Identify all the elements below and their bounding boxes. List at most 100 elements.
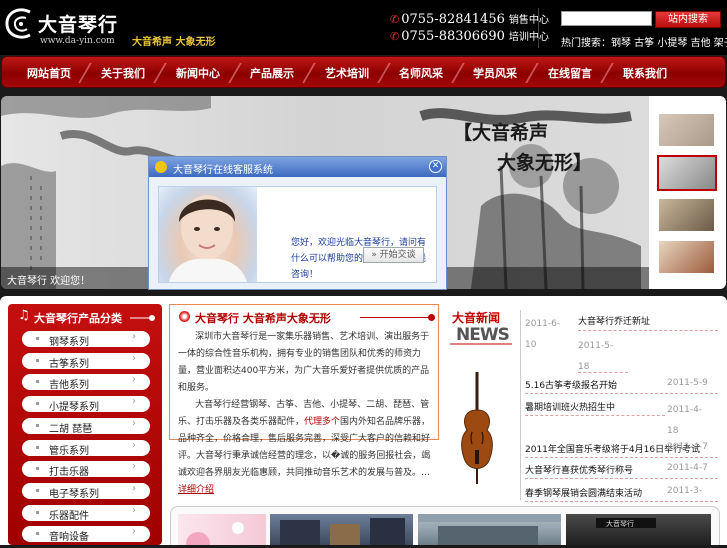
news-logo-rule: [450, 343, 512, 345]
menu-item-audio[interactable]: 音响设备 ›: [22, 526, 150, 543]
menu-item-violin[interactable]: 小提琴系列 ›: [22, 396, 150, 413]
agent-photo: [159, 187, 257, 282]
nav-products[interactable]: 产品展示: [250, 65, 294, 81]
company-intro: 大音琴行 大音希声大象无形 深圳市大音琴行是一家集乐器销售、艺术培训、演出服务于…: [169, 304, 439, 495]
product-category-title: 大音琴行产品分类: [34, 312, 122, 325]
intro-paragraph-1: 深圳市大音琴行是一家集乐器销售、艺术培训、演出服务于一体的综合性音乐机构，拥有专…: [178, 332, 430, 393]
chevron-right-icon: ›: [132, 483, 136, 494]
title-decoration-icon: [130, 315, 155, 321]
logo-url: www.da-yin.com: [40, 36, 115, 46]
menu-item-accessories[interactable]: 乐器配件 ›: [22, 505, 150, 522]
nav-separator: [451, 63, 465, 83]
news-date-4: 2011-4-18: [667, 405, 703, 436]
start-chat-button[interactable]: » 开始交谈: [363, 247, 424, 263]
agent-avatar-image: [169, 195, 247, 282]
news-date-7: 2011-3-: [667, 486, 703, 496]
chevron-right-icon: ›: [132, 440, 136, 451]
close-icon[interactable]: ✕: [429, 160, 442, 173]
logo-name[interactable]: 大音琴行: [38, 10, 118, 37]
chevron-right-icon: ›: [132, 396, 136, 407]
header-slogan: 大音希声 大象无形: [132, 37, 216, 48]
chevron-right-icon: ›: [132, 461, 136, 472]
chevron-right-icon: ›: [132, 353, 136, 364]
sales-phone-label: 销售中心: [508, 15, 549, 26]
strip-photo-4-image: 大音琴行: [596, 518, 656, 528]
bullet-icon: [179, 311, 190, 322]
menu-item-percussion[interactable]: 打击乐器 ›: [22, 461, 150, 478]
site-header: 大音琴行 www.da-yin.com 大音希声 大象无形 ✆ 0755-8284…: [0, 0, 727, 55]
nav-teachers[interactable]: 名师风采: [399, 65, 443, 81]
intro-title-rule: [360, 317, 430, 318]
menu-item-guitar[interactable]: 吉他系列 ›: [22, 374, 150, 391]
nav-training[interactable]: 艺术培训: [325, 65, 369, 81]
news-item-7[interactable]: 春季钢琴展销会圆满结束活动: [525, 486, 642, 499]
chevron-right-icon: ›: [132, 331, 136, 342]
strip-photo-2[interactable]: [270, 514, 413, 545]
menu-item-wind[interactable]: 管乐系列 ›: [22, 440, 150, 457]
banner-thumbnail-4[interactable]: [658, 240, 715, 274]
menu-item-guzheng[interactable]: 古筝系列 ›: [22, 353, 150, 370]
nav-contact[interactable]: 联系我们: [623, 65, 667, 81]
nav-separator: [525, 63, 539, 83]
intro-title-dot: [428, 314, 435, 321]
logo-icon[interactable]: [4, 7, 36, 41]
menu-item-erhu[interactable]: 二胡 琵琶 ›: [22, 418, 150, 435]
violin-icon: [461, 372, 493, 484]
nav-about[interactable]: 关于我们: [101, 65, 145, 81]
news-date-1: 2011-6-10: [525, 319, 561, 350]
strip-photo-3[interactable]: [418, 514, 561, 545]
product-category-menu: ♫ 大音琴行产品分类 钢琴系列 › 古筝系列 › 吉他系列 › 小提琴系列 › 二胡 琵…: [8, 304, 162, 545]
news-logo-cn: 大音新闻: [452, 311, 501, 325]
chevron-right-icon: ›: [132, 374, 136, 385]
chevron-right-icon: ›: [132, 526, 136, 537]
banner-title-line1: 【大音希声: [453, 122, 549, 144]
nav-separator: [600, 63, 614, 83]
chat-title-bar: 大音琴行在线客服系统 ✕: [149, 157, 446, 177]
phone-icon: ✆: [390, 30, 400, 43]
nav-guestbook[interactable]: 在线留言: [548, 65, 592, 81]
nav-students[interactable]: 学员风采: [473, 65, 517, 81]
chevron-right-icon: ›: [132, 505, 136, 516]
search-button[interactable]: 站内搜索: [655, 11, 721, 28]
main-nav: 网站首页 关于我们 新闻中心 产品展示 艺术培训 名师风采 学员风采 在线留言 …: [1, 56, 726, 88]
strip-photo-1[interactable]: [178, 514, 266, 548]
intro-more-link[interactable]: 详细介绍: [178, 485, 214, 495]
search-input[interactable]: [561, 11, 652, 26]
chat-title: 大音琴行在线客服系统: [173, 165, 273, 176]
nav-home[interactable]: 网站首页: [27, 65, 71, 81]
strip-photo-4[interactable]: 大音琴行: [566, 514, 711, 545]
news-item-3[interactable]: 5.16古筝考级报名开始: [525, 378, 617, 391]
menu-item-keyboard[interactable]: 电子琴系列 ›: [22, 483, 150, 500]
news-item-6[interactable]: 大音琴行喜获优秀琴行称号: [525, 463, 633, 476]
news-date-6: 2011-4-7: [667, 463, 708, 473]
intro-title: 大音琴行 大音希声大象无形: [195, 312, 331, 325]
strip-photo-3-image: [418, 514, 561, 545]
training-phone-number: 0755-88306690: [401, 29, 505, 44]
nav-separator: [302, 63, 316, 83]
chat-popup: 大音琴行在线客服系统 ✕ 您好，欢迎光临大音琴行，请问有什么可以帮助您的吗？欢迎…: [148, 156, 447, 290]
banner-thumbnail-3[interactable]: [658, 198, 715, 232]
intro-highlight: 代理多个: [304, 417, 341, 427]
training-phone: ✆ 0755-88306690 培训中心: [390, 28, 549, 44]
strip-photo-2-image: [280, 518, 405, 545]
header-divider: [538, 8, 539, 48]
nav-news[interactable]: 新闻中心: [176, 65, 220, 81]
sales-phone-number: 0755-82841456: [401, 12, 505, 27]
banner-title-line2: 大象无形】: [497, 152, 593, 174]
hot-search-words[interactable]: 热门搜索：钢琴 古筝 小提琴 吉他 架子鼓: [561, 34, 727, 49]
svg-text:大音琴行: 大音琴行: [606, 519, 634, 528]
sales-phone: ✆ 0755-82841456 销售中心: [390, 11, 549, 27]
intro-text: 深圳市大音琴行是一家集乐器销售、艺术培训、演出服务于一体的综合性音乐机构，拥有专…: [178, 332, 431, 495]
menu-item-piano[interactable]: 钢琴系列 ›: [22, 331, 150, 348]
nav-separator: [78, 63, 92, 83]
news-date-5: 2011-4-7: [667, 442, 708, 452]
news-item-1[interactable]: 大音琴行乔迁新址: [578, 314, 650, 327]
training-phone-label: 培训中心: [508, 32, 549, 43]
banner-thumbnail-1[interactable]: [658, 113, 715, 147]
banner-thumbnail-2[interactable]: [657, 155, 717, 191]
nav-separator: [377, 63, 391, 83]
news-item-4[interactable]: 暑期培训班火热招生中: [525, 400, 615, 413]
chat-body: 您好，欢迎光临大音琴行，请问有什么可以帮助您的吗？欢迎您在线咨询！: [158, 186, 437, 283]
nav-separator: [153, 63, 167, 83]
chevron-right-icon: ›: [132, 418, 136, 429]
